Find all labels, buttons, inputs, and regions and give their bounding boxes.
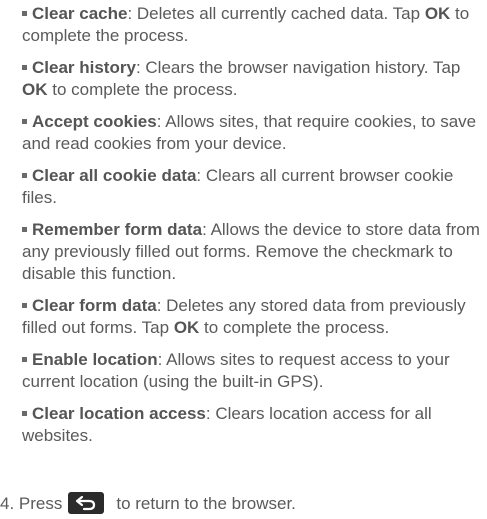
- item-term: Clear form data: [32, 296, 157, 315]
- item-term: Remember form data: [32, 220, 203, 239]
- item-description: : Deletes all currently cached data. Tap: [127, 4, 425, 23]
- step-suffix: to return to the browser.: [116, 494, 296, 513]
- back-arrow-icon: [68, 492, 105, 514]
- list-item: Enable location: Allows sites to request…: [22, 349, 482, 393]
- list-item: Remember form data: Allows the device to…: [22, 219, 482, 285]
- list-item: Accept cookies: Allows sites, that requi…: [22, 111, 482, 155]
- list-item: Clear all cookie data: Clears all curren…: [22, 165, 482, 209]
- list-item: Clear history: Clears the browser naviga…: [22, 57, 482, 101]
- bullet-icon: [22, 302, 27, 308]
- bullet-icon: [22, 356, 27, 362]
- list-item: Clear location access: Clears location a…: [22, 403, 482, 447]
- bullet-icon: [22, 64, 27, 70]
- ok-label: OK: [173, 318, 200, 337]
- item-description: : Clears the browser navigation history.…: [135, 58, 461, 77]
- item-term: Clear all cookie data: [32, 166, 197, 185]
- list-item: Clear form data: Deletes any stored data…: [22, 295, 482, 339]
- item-term: Accept cookies: [32, 112, 157, 131]
- step-prefix: 4. Press: [0, 494, 63, 513]
- step-instruction: 4. Press to return to the browser.: [0, 492, 296, 515]
- settings-list: Clear cache: Deletes all currently cache…: [22, 3, 482, 457]
- item-description-end: to complete the process.: [199, 318, 390, 337]
- ok-label: OK: [424, 4, 451, 23]
- bullet-icon: [22, 226, 27, 232]
- bullet-icon: [22, 10, 27, 16]
- item-term: Clear cache: [32, 4, 128, 23]
- ok-label: OK: [22, 80, 48, 99]
- manual-page: Clear cache: Deletes all currently cache…: [0, 0, 487, 519]
- bullet-icon: [22, 118, 27, 124]
- bullet-icon: [22, 172, 27, 178]
- item-term: Enable location: [32, 350, 158, 369]
- item-description-end: to complete the process.: [47, 80, 238, 99]
- item-term: Clear history: [32, 58, 136, 77]
- bullet-icon: [22, 410, 27, 416]
- list-item: Clear cache: Deletes all currently cache…: [22, 3, 482, 47]
- item-term: Clear location access: [32, 404, 206, 423]
